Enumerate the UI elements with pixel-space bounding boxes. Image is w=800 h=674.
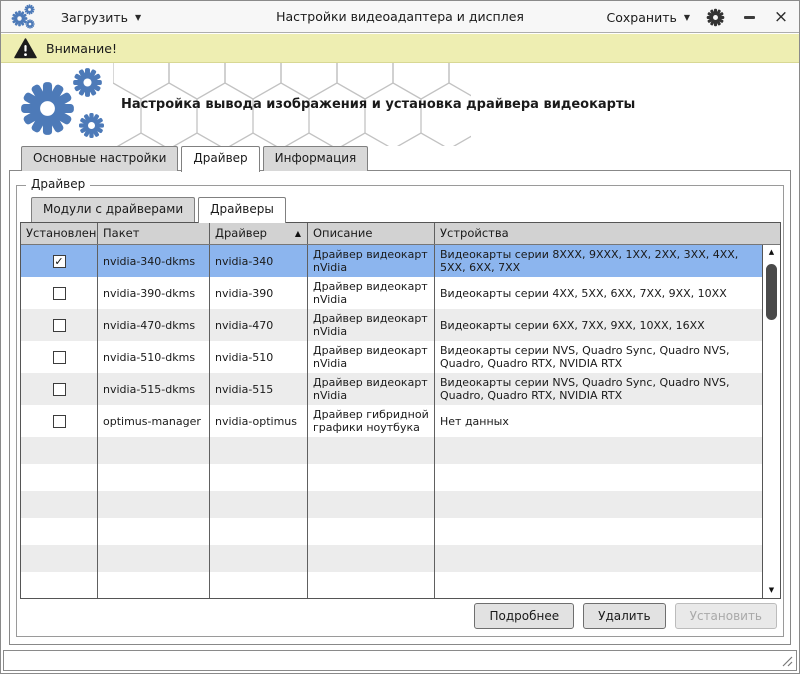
app-window: Загрузить ▼ Настройки видеоадаптера и ди…: [0, 0, 800, 674]
devices-cell: Видеокарты серии NVS, Quadro Sync, Quadr…: [435, 341, 762, 373]
package-cell: optimus-manager: [98, 405, 210, 437]
main-tabbar: Основные настройки Драйвер Информация: [21, 146, 368, 172]
empty-table-row: [21, 464, 762, 491]
details-button[interactable]: Подробнее: [474, 603, 574, 629]
gears-illustration-icon: [19, 67, 111, 143]
groupbox-label: Драйвер: [26, 177, 90, 191]
save-menu-button[interactable]: Сохранить ▼: [607, 10, 690, 25]
column-header-package[interactable]: Пакет: [98, 223, 210, 244]
description-cell: Драйвер видеокарт nVidia: [308, 373, 435, 405]
checkbox-checked[interactable]: ✓: [53, 255, 66, 268]
table-row[interactable]: nvidia-390-dkmsnvidia-390Драйвер видеока…: [21, 277, 762, 309]
driver-cell: nvidia-340: [210, 245, 308, 277]
column-header-devices[interactable]: Устройства: [435, 223, 780, 244]
remove-button[interactable]: Удалить: [583, 603, 666, 629]
tab-main-settings[interactable]: Основные настройки: [21, 146, 178, 171]
minimize-icon: [744, 16, 755, 19]
table-body: ✓nvidia-340-dkmsnvidia-340Драйвер видеок…: [21, 245, 762, 598]
table-header-row: Установлен Пакет Драйвер ▲ Описание Устр…: [21, 223, 780, 245]
description-cell: Драйвер видеокарт nVidia: [308, 277, 435, 309]
chevron-down-icon: ▼: [135, 13, 141, 22]
table-row[interactable]: nvidia-515-dkmsnvidia-515Драйвер видеока…: [21, 373, 762, 405]
devices-cell: Видеокарты серии 4XX, 5XX, 6XX, 7XX, 9XX…: [435, 277, 762, 309]
close-button[interactable]: ×: [773, 7, 789, 27]
description-cell: Драйвер видеокарт nVidia: [308, 309, 435, 341]
status-bar: [3, 650, 797, 671]
checkbox-unchecked[interactable]: [53, 351, 66, 364]
devices-cell: Видеокарты серии 6XX, 7XX, 9XX, 10XX, 16…: [435, 309, 762, 341]
checkbox-unchecked[interactable]: [53, 415, 66, 428]
table-row[interactable]: ✓ nvidia-340-dkmsnvidia-340Драйвер видеок…: [21, 245, 762, 277]
package-cell: nvidia-470-dkms: [98, 309, 210, 341]
driver-cell: nvidia-390: [210, 277, 308, 309]
scrollbar-thumb[interactable]: [766, 264, 777, 320]
warning-bar: Внимание!: [1, 34, 799, 63]
app-gears-icon: [11, 4, 37, 31]
driver-cell: nvidia-510: [210, 341, 308, 373]
empty-table-row: [21, 518, 762, 545]
scroll-down-icon[interactable]: ▼: [763, 583, 780, 598]
close-icon: ×: [774, 9, 788, 26]
description-cell: Драйвер гибридной графики ноутбука: [308, 405, 435, 437]
load-menu-label: Загрузить: [61, 10, 128, 25]
checkbox-unchecked[interactable]: [53, 319, 66, 332]
devices-cell: Нет данных: [435, 405, 762, 437]
description-cell: Драйвер видеокарт nVidia: [308, 245, 435, 277]
package-cell: nvidia-390-dkms: [98, 277, 210, 309]
empty-table-row: [21, 491, 762, 518]
checkbox-unchecked[interactable]: [53, 383, 66, 396]
empty-table-row: [21, 572, 762, 598]
driver-groupbox: Драйвер Модули с драйверами Драйверы Уст…: [16, 185, 784, 637]
warning-text: Внимание!: [46, 41, 117, 56]
save-menu-label: Сохранить: [607, 10, 677, 25]
empty-table-row: [21, 545, 762, 572]
package-cell: nvidia-510-dkms: [98, 341, 210, 373]
sort-ascending-icon: ▲: [295, 223, 301, 244]
load-menu-button[interactable]: Загрузить ▼: [61, 10, 141, 25]
titlebar: Загрузить ▼ Настройки видеоадаптера и ди…: [1, 1, 799, 33]
driver-tab-panel: Драйвер Модули с драйверами Драйверы Уст…: [9, 170, 791, 645]
package-cell: nvidia-340-dkms: [98, 245, 210, 277]
drivers-table: Установлен Пакет Драйвер ▲ Описание Устр…: [20, 222, 781, 599]
devices-cell: Видеокарты серии 8XXX, 9XXX, 1XX, 2XX, 3…: [435, 245, 762, 277]
install-button[interactable]: Установить: [675, 603, 777, 629]
table-row[interactable]: nvidia-510-dkmsnvidia-510Драйвер видеока…: [21, 341, 762, 373]
column-header-description[interactable]: Описание: [308, 223, 435, 244]
header-banner: Настройка вывода изображения и установка…: [1, 63, 799, 146]
tab-driver[interactable]: Драйвер: [181, 146, 259, 172]
chevron-down-icon: ▼: [684, 13, 690, 22]
resize-grip[interactable]: [782, 656, 793, 667]
column-header-installed[interactable]: Установлен: [21, 223, 98, 244]
table-row[interactable]: optimus-managernvidia-optimusДрайвер гиб…: [21, 405, 762, 437]
tab-drivers[interactable]: Драйверы: [198, 197, 286, 223]
settings-gear-icon[interactable]: [706, 8, 725, 27]
table-row[interactable]: nvidia-470-dkmsnvidia-470Драйвер видеока…: [21, 309, 762, 341]
tab-information[interactable]: Информация: [263, 146, 369, 171]
description-cell: Драйвер видеокарт nVidia: [308, 341, 435, 373]
vertical-scrollbar[interactable]: ▲ ▼: [762, 245, 780, 598]
minimize-button[interactable]: [741, 7, 757, 27]
empty-table-row: [21, 437, 762, 464]
driver-cell: nvidia-515: [210, 373, 308, 405]
inner-tabbar: Модули с драйверами Драйверы: [31, 197, 286, 223]
page-title: Настройка вывода изображения и установка…: [121, 63, 635, 146]
scroll-up-icon[interactable]: ▲: [763, 245, 780, 260]
warning-triangle-icon: [14, 38, 37, 59]
checkbox-unchecked[interactable]: [53, 287, 66, 300]
action-buttons: Подробнее Удалить Установить: [474, 603, 777, 629]
driver-cell: nvidia-optimus: [210, 405, 308, 437]
driver-cell: nvidia-470: [210, 309, 308, 341]
devices-cell: Видеокарты серии NVS, Quadro Sync, Quadr…: [435, 373, 762, 405]
column-header-driver[interactable]: Драйвер ▲: [210, 223, 308, 244]
package-cell: nvidia-515-dkms: [98, 373, 210, 405]
tab-driver-modules[interactable]: Модули с драйверами: [31, 197, 195, 222]
